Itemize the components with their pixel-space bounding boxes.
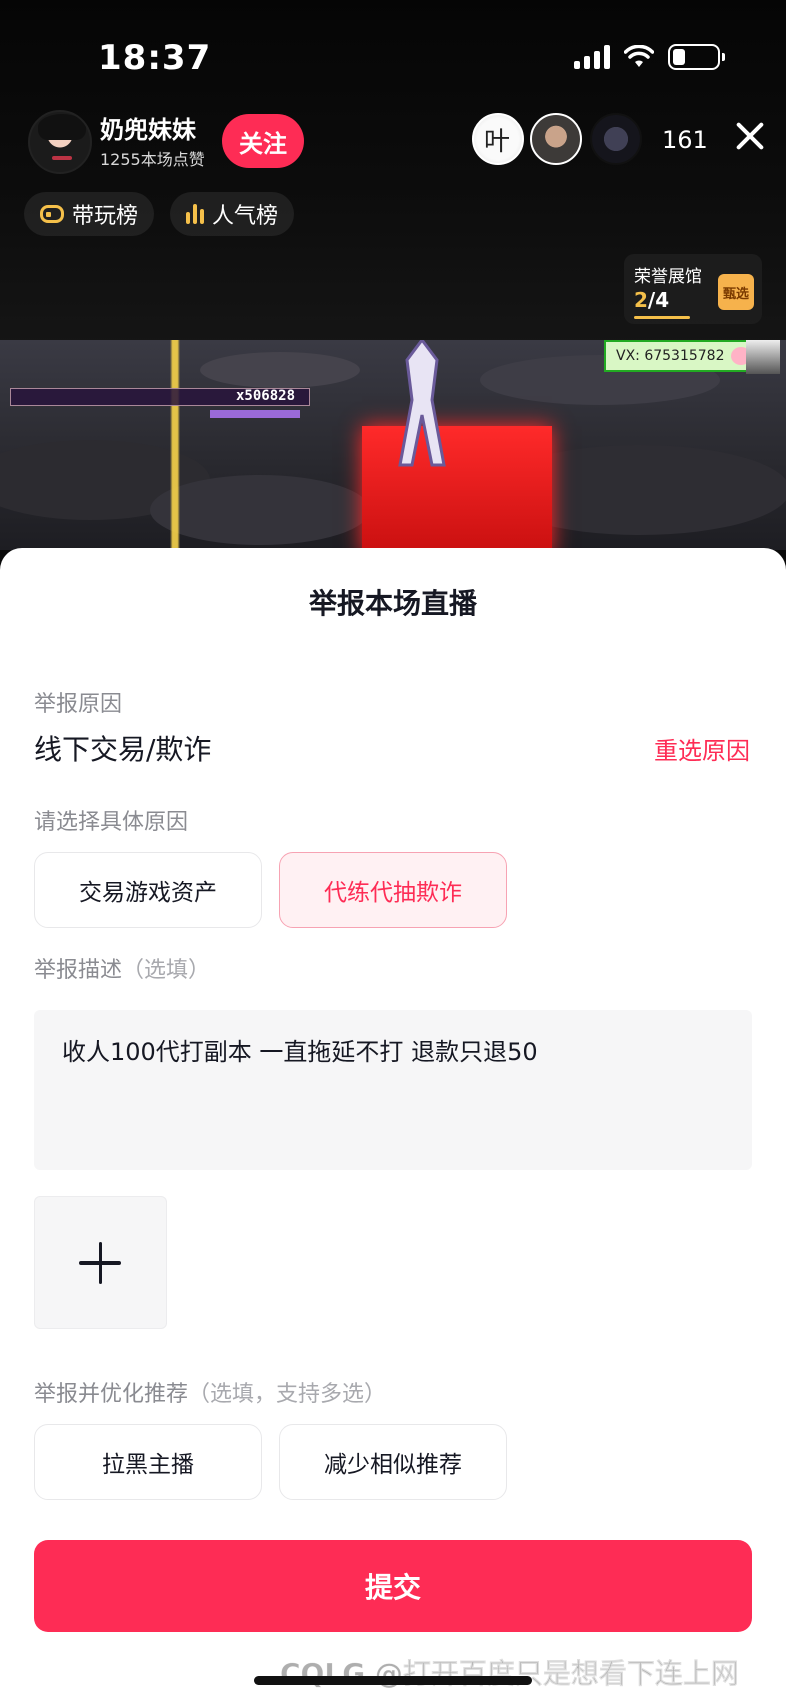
overlay-avatar xyxy=(746,340,780,374)
rank-tab-label: 人气榜 xyxy=(212,204,279,229)
wifi-icon xyxy=(624,45,654,67)
host-avatar[interactable] xyxy=(28,110,92,174)
viewer-count[interactable]: 161 xyxy=(662,126,708,154)
home-indicator[interactable] xyxy=(254,1676,532,1685)
viewer-avatar[interactable] xyxy=(472,113,524,165)
sheet-title: 举报本场直播 xyxy=(308,587,477,620)
host-name[interactable]: 奶兜妹妹 xyxy=(100,110,196,145)
gift-icon: 甄选 xyxy=(718,274,754,310)
lightning-effect xyxy=(150,340,200,550)
optimize-label: 举报并优化推荐（选填，支持多选） xyxy=(34,1382,387,1407)
gamepad-icon xyxy=(40,205,64,223)
description-label: 举报描述（选填） xyxy=(34,958,211,983)
game-hud-gauge xyxy=(210,410,300,418)
option-trade-game-assets[interactable]: 交易游戏资产 xyxy=(34,852,262,928)
honor-hall[interactable]: 荣誉展馆 2/4 甄选 xyxy=(624,254,762,324)
option-block-host[interactable]: 拉黑主播 xyxy=(34,1424,262,1500)
option-reduce-similar[interactable]: 减少相似推荐 xyxy=(279,1424,507,1500)
viewer-avatar[interactable] xyxy=(590,113,642,165)
rank-tab-label: 带玩榜 xyxy=(72,204,139,229)
specific-reason-label: 请选择具体原因 xyxy=(34,810,189,835)
reason-value: 线下交易/欺诈 xyxy=(34,733,212,766)
rank-tab-popularity[interactable]: 人气榜 xyxy=(170,192,295,236)
honor-hall-progress: 2/4 xyxy=(634,288,670,312)
status-time: 18:37 xyxy=(98,38,212,78)
close-icon[interactable] xyxy=(734,120,766,152)
cellular-signal-icon xyxy=(574,45,610,69)
watermark: CQLG @打开百度只是想看下连上网 xyxy=(280,1657,739,1691)
reselect-reason-link[interactable]: 重选原因 xyxy=(654,731,750,766)
host-likes: 1255本场点赞 xyxy=(100,150,205,169)
honor-hall-title: 荣誉展馆 xyxy=(634,267,702,287)
reason-label: 举报原因 xyxy=(34,692,123,717)
status-icons xyxy=(574,44,725,70)
submit-button[interactable]: 提交 xyxy=(34,1540,752,1632)
viewer-avatar[interactable] xyxy=(530,113,582,165)
game-hud-score: x506828 xyxy=(236,388,296,404)
rank-tab-play[interactable]: 带玩榜 xyxy=(24,192,155,236)
follow-button[interactable]: 关注 xyxy=(222,114,304,168)
live-header: 18:37 奶兜妹妹 1255本场点赞 关注 161 带玩榜 人气榜 荣誉展馆 … xyxy=(0,0,786,345)
add-image-button[interactable] xyxy=(34,1196,167,1329)
report-sheet: 举报本场直播 举报原因 线下交易/欺诈 重选原因 请选择具体原因 交易游戏资产 … xyxy=(0,548,786,1704)
red-lane-effect xyxy=(362,426,552,550)
overlay-contact-text: VX: 675315782 xyxy=(616,348,725,364)
battery-icon xyxy=(668,44,725,70)
bar-chart-icon xyxy=(186,204,204,224)
honor-progress-bar xyxy=(634,316,690,319)
option-boosting-fraud[interactable]: 代练代抽欺诈 xyxy=(279,852,507,928)
description-textarea[interactable]: 收人100代打副本 一直拖延不打 退款只退50 xyxy=(34,1010,752,1170)
game-character xyxy=(398,340,446,467)
